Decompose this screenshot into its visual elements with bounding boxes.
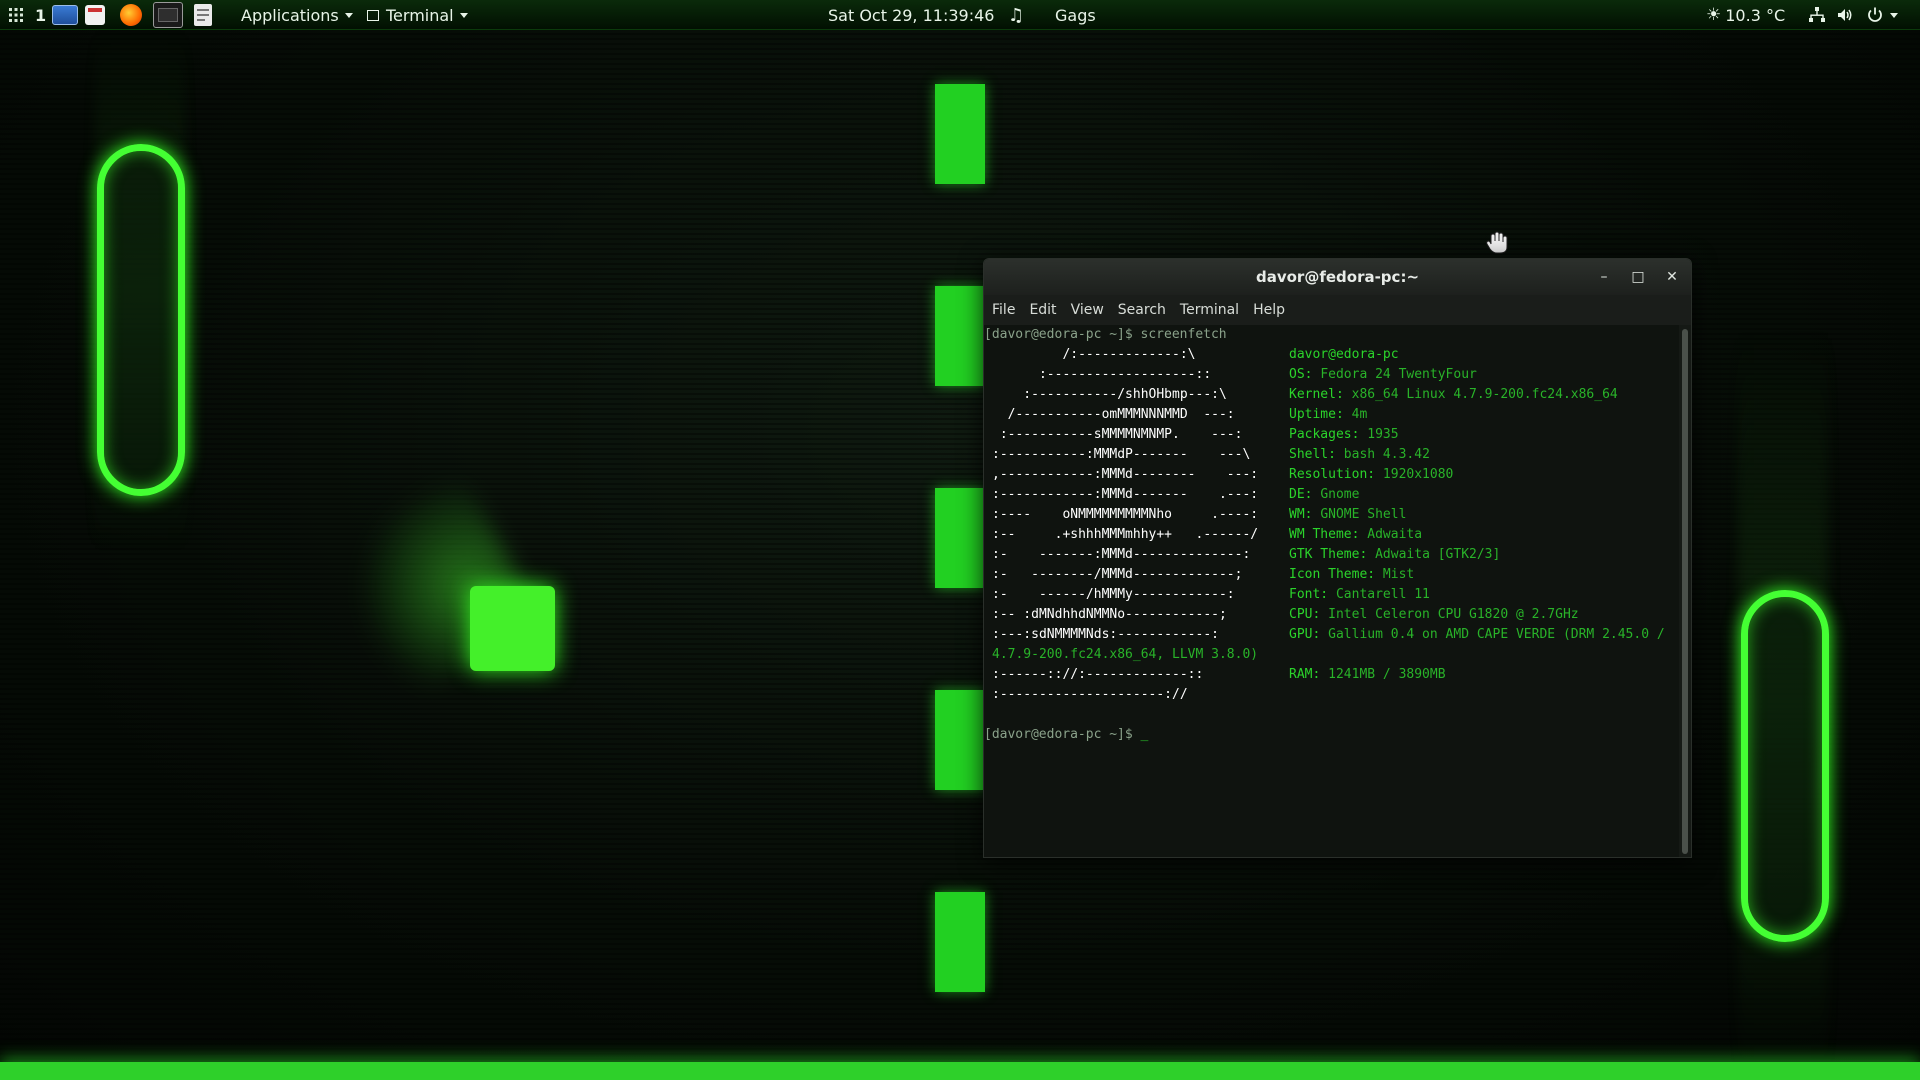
net-segment (935, 488, 985, 588)
ascii-art-line: /:-------------:\ (992, 347, 1196, 362)
right-paddle (1741, 590, 1829, 942)
left-paddle (97, 144, 185, 496)
info-cpu: CPU: Intel Celeron CPU G1820 @ 2.7GHz (1289, 607, 1579, 622)
info-wm-theme: WM Theme: Adwaita (1289, 527, 1423, 542)
scrollbar-thumb[interactable] (1682, 329, 1688, 854)
network-icon[interactable] (1808, 0, 1826, 30)
info-gpu: GPU: Gallium 0.4 on AMD CAPE VERDE (DRM … (1289, 627, 1665, 642)
menu-file[interactable]: File (992, 302, 1015, 318)
info-uptime: Uptime: 4m (1289, 407, 1368, 422)
minimize-button[interactable]: – (1594, 267, 1614, 287)
app-menu-terminal[interactable]: Terminal (367, 0, 468, 30)
ascii-art-line: :------:://:-------------:: (992, 667, 1204, 682)
menu-edit[interactable]: Edit (1029, 302, 1056, 318)
clock[interactable]: Sat Oct 29, 11:39:46 (828, 0, 994, 30)
music-note-icon[interactable]: ♫ (1008, 0, 1024, 30)
calendar-icon[interactable] (85, 0, 105, 30)
desktop-background: 1 Applications Terminal Sat Oct 29, 11:3… (0, 0, 1920, 1080)
maximize-icon: □ (1631, 269, 1645, 285)
text-cursor: _ (1140, 727, 1149, 742)
ascii-art-line: :---- oNMMMMMMMMMNho .----: (992, 507, 1259, 522)
menu-search[interactable]: Search (1118, 302, 1166, 318)
net-segment (935, 892, 985, 992)
info-packages: Packages: 1935 (1289, 427, 1399, 442)
window-title: davor@fedora-pc:~ (1255, 268, 1420, 286)
info-ram: RAM: 1241MB / 3890MB (1289, 667, 1446, 682)
ascii-art-line: :------------:MMMd------- .---: (992, 487, 1259, 502)
firefox-icon[interactable] (120, 0, 142, 30)
menu-terminal[interactable]: Terminal (1180, 302, 1239, 318)
terminal-menubar: File Edit View Search Terminal Help (984, 295, 1691, 325)
chevron-down-icon (1890, 12, 1898, 18)
ascii-art-line: :---------------------:// (992, 687, 1188, 702)
workspace-indicator[interactable]: 1 (35, 0, 46, 30)
ascii-art-line: :-- .+shhhMMMmhhy++ .------/ (992, 527, 1259, 542)
bottom-glow-bar (0, 1062, 1920, 1080)
ascii-art-line: ,------------:MMMd-------- ---: (992, 467, 1259, 482)
info-os: OS: Fedora 24 TwentyFour (1289, 367, 1477, 382)
weather-sun-icon: ☀ (1706, 5, 1722, 25)
ascii-art-line: :- ------/hMMMy------------: (992, 587, 1235, 602)
menu-view[interactable]: View (1071, 302, 1104, 318)
info-shell: Shell: bash 4.3.42 (1289, 447, 1430, 462)
terminal-output[interactable]: [davor@edora-pc ~]$ screenfetch /:------… (984, 325, 1679, 857)
terminal-small-icon (367, 9, 379, 21)
weather-indicator[interactable]: ☀ 10.3 °C (1706, 0, 1785, 30)
ascii-art-line: :-- :dMNdhhdNMMNo------------; (992, 607, 1227, 622)
ascii-art-line: :- -------:MMMd--------------: (992, 547, 1251, 562)
net-segment (935, 690, 985, 790)
minimize-icon: – (1600, 269, 1608, 285)
hand-cursor-icon (1485, 230, 1511, 256)
info-kernel: Kernel: x86_64 Linux 4.7.9-200.fc24.x86_… (1289, 387, 1618, 402)
weather-temp: 10.3 °C (1725, 5, 1786, 25)
ascii-art-line: :-------------------:: (992, 367, 1212, 382)
gpu-wrap-line: 4.7.9-200.fc24.x86_64, LLVM 3.8.0) (992, 647, 1259, 662)
media-title: Gags (1055, 5, 1096, 25)
power-icon[interactable] (1866, 0, 1898, 30)
info-wm: WM: GNOME Shell (1289, 507, 1407, 522)
ascii-art-line: /-----------omMMMNNNMMD ---: (992, 407, 1235, 422)
info-icon-theme: Icon Theme: Mist (1289, 567, 1415, 582)
ascii-art-line: :- --------/MMMd-------------; (992, 567, 1243, 582)
info-font: Font: Cantarell 11 (1289, 587, 1430, 602)
terminal-app-label: Terminal (386, 5, 454, 25)
clock-text: Sat Oct 29, 11:39:46 (828, 5, 995, 25)
info-de: DE: Gnome (1289, 487, 1360, 502)
maximize-button[interactable]: □ (1628, 267, 1648, 287)
pong-ball (470, 586, 555, 671)
applications-menu[interactable]: Applications (241, 0, 353, 30)
menu-help[interactable]: Help (1253, 302, 1285, 318)
ascii-art-line: :-----------sMMMMNMNMP. ---: (992, 427, 1243, 442)
chevron-down-icon (459, 12, 468, 18)
chevron-down-icon (344, 12, 353, 18)
top-panel: 1 Applications Terminal Sat Oct 29, 11:3… (0, 0, 1920, 30)
command-prompt-line: [davor@edora-pc ~]$ _ (984, 727, 1149, 742)
apps-grid-icon[interactable] (6, 0, 26, 30)
terminal-scrollbar[interactable] (1679, 325, 1691, 857)
text-editor-icon[interactable] (194, 0, 212, 30)
terminal-window[interactable]: davor@fedora-pc:~ – □ ✕ File Edit View S… (983, 258, 1692, 858)
ascii-art-line: :-----------:MMMdP------- ---\ (992, 447, 1251, 462)
workspace-number: 1 (35, 5, 47, 25)
info-resolution: Resolution: 1920x1080 (1289, 467, 1454, 482)
desktop-show-icon[interactable] (52, 0, 78, 30)
volume-icon[interactable] (1836, 0, 1854, 30)
ascii-art-line: :-----------/shhOHbmp---:\ (992, 387, 1227, 402)
terminal-icon[interactable] (153, 0, 183, 30)
media-indicator[interactable]: Gags (1055, 0, 1096, 30)
command-prompt-line: [davor@edora-pc ~]$ screenfetch (984, 327, 1227, 342)
close-icon: ✕ (1666, 269, 1678, 285)
applications-label: Applications (241, 5, 339, 25)
close-button[interactable]: ✕ (1662, 267, 1682, 287)
net-segment (935, 84, 985, 184)
net-segment (935, 286, 985, 386)
info-gtk-theme: GTK Theme: Adwaita [GTK2/3] (1289, 547, 1501, 562)
terminal-titlebar[interactable]: davor@fedora-pc:~ – □ ✕ (984, 259, 1691, 296)
ascii-art-line: :---:sdNMMMMNds:------------: (992, 627, 1219, 642)
userhost-line: davor@edora-pc (1289, 347, 1399, 362)
